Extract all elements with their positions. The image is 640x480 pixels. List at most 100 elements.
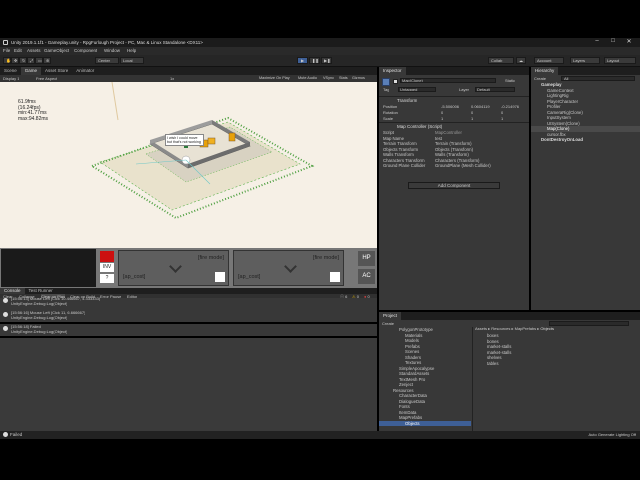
maximize-on-play-toggle[interactable]: Maximize On Play xyxy=(259,76,290,80)
rotation-y[interactable]: 0 xyxy=(471,110,473,115)
object-header: Map(Clone) Static Tag Untagged Layer Def… xyxy=(379,76,529,96)
map-controller-title[interactable]: Map Controller (Script) xyxy=(397,124,442,129)
maximize-button[interactable]: □ xyxy=(606,38,620,44)
minimize-button[interactable]: – xyxy=(590,38,604,44)
menu-gameobject[interactable]: GameObject xyxy=(44,48,69,53)
rotation-x[interactable]: 0 xyxy=(441,110,443,115)
gizmos-toggle[interactable]: Gizmos xyxy=(352,76,365,80)
console-entry[interactable]: [15:56:18] Failed UnityEngine.Debug:Log(… xyxy=(0,324,377,336)
scale-tool-button[interactable]: ⤢ xyxy=(27,57,35,64)
project-folder-tree: PolygonPrototype Materials Models Prefab… xyxy=(379,327,471,431)
console-entry[interactable]: [15:56:16] Mouse Left (Clck 11, 6.666667… xyxy=(0,310,377,322)
menu-edit[interactable]: Edit xyxy=(14,48,22,53)
scale-label: 1x xyxy=(170,76,175,81)
account-dropdown[interactable]: Account xyxy=(534,57,564,64)
inspector-tabbar: Inspector xyxy=(379,67,529,75)
move-tool-button[interactable]: ✥ xyxy=(11,57,19,64)
cloud-icon[interactable]: ☁ xyxy=(516,57,526,64)
scale-y[interactable]: 1 xyxy=(471,116,473,121)
message-log xyxy=(1,249,96,287)
layer-dropdown[interactable]: Default xyxy=(475,87,515,92)
rotation-z[interactable]: 0 xyxy=(501,110,503,115)
hand-tool-button[interactable]: ✋ xyxy=(3,57,11,64)
close-button[interactable]: ✕ xyxy=(622,38,636,45)
inspector-panel: Inspector Map(Clone) Static Tag Untagged… xyxy=(379,67,529,310)
hierarchy-item[interactable]: DontDestroyOnLoad xyxy=(531,137,640,143)
play-button[interactable]: ▶ xyxy=(297,57,308,64)
tab-hierarchy[interactable]: Hierarchy xyxy=(531,67,559,75)
status-message[interactable]: Failed xyxy=(10,432,22,437)
position-y[interactable]: 0.0604119 xyxy=(471,104,490,109)
breadcrumb-assets[interactable]: Assets xyxy=(475,326,487,331)
tab-game[interactable]: Game xyxy=(20,67,42,75)
breadcrumb-mapprefabs[interactable]: MapPrefabs xyxy=(515,326,537,331)
pause-button[interactable]: ❚❚ xyxy=(309,57,320,64)
hierarchy-search-input[interactable]: All xyxy=(561,76,635,81)
layers-dropdown[interactable]: Layers xyxy=(570,57,600,64)
tab-asset-store[interactable]: Asset Store xyxy=(41,67,72,75)
slot-2-ap-cost: [ap_cost] xyxy=(238,274,261,280)
breadcrumb-objects[interactable]: Objects xyxy=(540,326,554,331)
dialogue-bubble: I wish I could move but that's not worki… xyxy=(165,134,204,146)
scale-label: Scale xyxy=(383,116,394,121)
weapon-slot-1[interactable]: [fire mode] [ap_cost] xyxy=(118,250,229,286)
menu-help[interactable]: Help xyxy=(127,48,136,53)
layer-label: Layer xyxy=(459,87,470,92)
stats-toggle[interactable]: Stats xyxy=(339,76,348,80)
rotate-tool-button[interactable]: ↻ xyxy=(19,57,27,64)
console-entry[interactable]: [15:56:13] Mouse Left (Clck 10.446667, 4… xyxy=(0,296,377,308)
map-scene xyxy=(89,82,315,220)
tab-scene[interactable]: Scene xyxy=(0,67,21,75)
hierarchy-list: Gameplay GameContext LightingRig PlayerC… xyxy=(531,82,640,143)
help-button[interactable]: ? xyxy=(100,274,114,283)
position-z[interactable]: -0.214976 xyxy=(501,104,519,109)
rect-tool-button[interactable]: ▭ xyxy=(35,57,43,64)
game-render[interactable]: 61.9fms (16.24fps) min:41.77ms max:94.82… xyxy=(0,82,377,248)
folder-item-selected[interactable]: Objects xyxy=(379,420,471,426)
project-create-button[interactable]: Create xyxy=(382,321,394,326)
tab-animator[interactable]: Animator xyxy=(72,67,98,75)
mute-audio-toggle[interactable]: Mute Audio xyxy=(298,76,317,80)
file-item[interactable]: tables xyxy=(479,361,629,367)
add-component-button[interactable]: Add Component xyxy=(408,182,500,189)
layout-dropdown[interactable]: Layout xyxy=(604,57,636,64)
ac-box: AC xyxy=(358,269,375,284)
tag-dropdown[interactable]: Untagged xyxy=(398,87,436,92)
map-controller-fields: Script MapController Map Name test Terrain… xyxy=(383,130,525,169)
aspect-dropdown[interactable]: Free Aspect xyxy=(36,76,57,81)
display-dropdown[interactable]: Display 1 xyxy=(3,76,19,81)
breadcrumb-resources[interactable]: Resources xyxy=(491,326,510,331)
space-toggle[interactable]: Local xyxy=(120,57,144,64)
static-toggle[interactable]: Static xyxy=(505,78,515,83)
menu-file[interactable]: File xyxy=(3,48,10,53)
slot-2-checkbox[interactable] xyxy=(330,272,340,282)
transform-tool-button[interactable]: ⊕ xyxy=(43,57,51,64)
active-checkbox[interactable] xyxy=(393,79,398,84)
hierarchy-create-button[interactable]: Create xyxy=(534,76,546,81)
pivot-toggle[interactable]: Center xyxy=(95,57,119,64)
position-x[interactable]: -5.506006 xyxy=(441,104,459,109)
tab-project[interactable]: Project xyxy=(379,312,402,320)
main-toolbar: ✋ ✥ ↻ ⤢ ▭ ⊕ Center Local ▶ ❚❚ ▶❚ Collab … xyxy=(0,55,640,67)
menu-window[interactable]: Window xyxy=(104,48,120,53)
slot-1-chevron-icon xyxy=(169,260,182,273)
scale-x[interactable]: 1 xyxy=(441,116,443,121)
slot-1-checkbox[interactable] xyxy=(215,272,225,282)
title-bar: Unity 2019.1.1f1 - Gameplay.unity - RpgF… xyxy=(0,38,640,47)
menu-component[interactable]: Component xyxy=(74,48,97,53)
collab-button[interactable]: Collab xyxy=(488,57,514,64)
weapon-slot-2[interactable]: [fire mode] [ap_cost] xyxy=(233,250,344,286)
vsync-toggle[interactable]: VSync xyxy=(323,76,334,80)
scale-z[interactable]: 1 xyxy=(501,116,503,121)
transform-title[interactable]: Transform xyxy=(397,98,417,103)
menu-assets[interactable]: Assets xyxy=(27,48,41,53)
step-button[interactable]: ▶❚ xyxy=(321,57,332,64)
object-name-field[interactable]: Map(Clone) xyxy=(400,78,496,83)
map-controller-component: Map Controller (Script) Script MapControl… xyxy=(379,122,529,176)
unity-logo-icon xyxy=(3,40,8,45)
project-divider xyxy=(472,327,473,431)
project-tabbar: Project xyxy=(379,312,640,320)
inv-button[interactable]: INV xyxy=(100,263,114,272)
tab-inspector[interactable]: Inspector xyxy=(379,67,406,75)
project-file-list: boxes bones market-stalls market-stalls … xyxy=(479,333,629,366)
